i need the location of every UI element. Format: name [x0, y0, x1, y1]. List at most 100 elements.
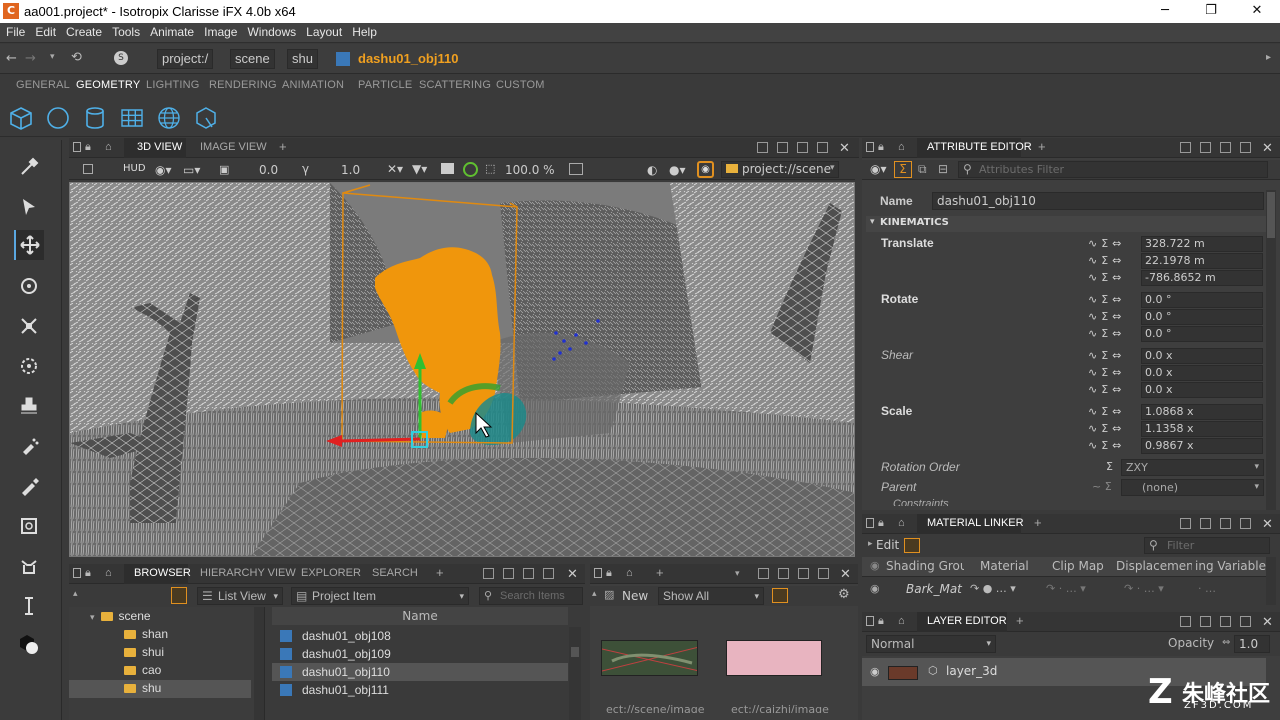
exposure-value[interactable]: 0.0 [259, 163, 278, 177]
layout-max-icon[interactable] [818, 568, 829, 579]
anim-icons[interactable]: ∿Σ⇔ [1088, 421, 1140, 437]
layout-max-icon[interactable] [817, 142, 828, 153]
exposure-icon[interactable]: ▣ [219, 163, 229, 176]
lock-icon[interactable]: 🔒︎ [878, 517, 884, 530]
translate-y[interactable]: 22.1978 m [1141, 253, 1263, 269]
layout-split-h-icon[interactable] [777, 142, 788, 153]
layout-grid-icon[interactable] [758, 568, 769, 579]
path-current[interactable]: dashu01_obj110 [358, 51, 458, 66]
layout-split-v-icon[interactable] [1220, 142, 1231, 153]
eyedropper-icon[interactable] [14, 152, 44, 182]
shear-x[interactable]: 0.0 x [1141, 348, 1263, 364]
zoom-value[interactable]: 100.0 % [505, 163, 555, 177]
sigma-filter-icon[interactable]: Σ [894, 161, 912, 178]
anim-icons[interactable]: ∿Σ⇔ [1088, 270, 1140, 286]
tree-item-shan[interactable]: shan [124, 627, 168, 641]
paste-icon[interactable]: ⊟ [938, 162, 948, 176]
anim-icons[interactable]: ∿Σ⇔ [1088, 438, 1140, 454]
list-item[interactable]: dashu01_obj109 [272, 645, 568, 663]
col-displacement[interactable]: Displacement [1116, 559, 1192, 573]
anim-icons[interactable]: ∿Σ⇔ [1088, 253, 1140, 269]
panel-menu-icon[interactable] [594, 568, 602, 578]
rotate-tool-icon[interactable] [14, 271, 44, 301]
layout-split-v-icon[interactable] [797, 142, 808, 153]
displacement-link-icons[interactable]: ↷ · … ▾ [1124, 582, 1164, 595]
sigma-icon[interactable]: Σ [1106, 460, 1113, 473]
tab-search[interactable]: SEARCH [372, 567, 418, 579]
layout-grid-icon[interactable] [1180, 142, 1191, 153]
maximize-button[interactable]: ❐ [1188, 0, 1234, 23]
layout-split-v-icon[interactable] [798, 568, 809, 579]
lock-icon[interactable]: 🔒︎ [878, 615, 884, 628]
panel-menu-icon[interactable] [866, 518, 874, 528]
add-tab-button[interactable]: + [1038, 139, 1046, 154]
add-tab-button[interactable]: + [279, 139, 287, 154]
back-arrow-icon[interactable]: ← [6, 51, 17, 66]
list-item[interactable]: dashu01_obj108 [272, 627, 568, 645]
layout-split-v-icon[interactable] [1220, 518, 1231, 529]
variable-link-icons[interactable]: · … [1198, 582, 1216, 595]
gamma-icon[interactable]: γ [302, 162, 309, 176]
tab-explorer[interactable]: EXPLORER [301, 567, 361, 579]
add-tab-button[interactable]: + [656, 565, 664, 580]
menu-animate[interactable]: Animate [144, 23, 198, 39]
panel-menu-icon[interactable] [73, 142, 81, 152]
panel-close-icon[interactable]: ✕ [839, 140, 850, 156]
layout-grid-icon[interactable] [1180, 616, 1191, 627]
tab-layer-editor[interactable]: LAYER EDITOR [927, 615, 1007, 627]
image-view-icon[interactable] [772, 588, 788, 603]
name-column-header[interactable]: Name [272, 607, 568, 625]
translate-x[interactable]: 328.722 m [1141, 236, 1263, 252]
folder-view-icon[interactable] [171, 587, 187, 604]
panel-close-icon[interactable]: ✕ [1262, 614, 1273, 630]
tab-browser[interactable]: BROWSER [134, 567, 191, 579]
link-icon[interactable] [904, 538, 920, 553]
move-tool-icon[interactable] [14, 230, 44, 260]
panel-menu-icon[interactable] [73, 568, 81, 578]
visibility-eye-icon[interactable]: ◉ [697, 161, 714, 178]
copy-icon[interactable]: ⧉ [918, 162, 927, 177]
path-segment-shu[interactable]: shu [287, 49, 318, 69]
layout-grid-icon[interactable] [1180, 518, 1191, 529]
sphere-icon[interactable] [45, 105, 71, 131]
tools-icon[interactable]: ✕▾ [387, 162, 403, 176]
up-arrow-icon[interactable]: ▴ [73, 589, 78, 599]
material-link-icons[interactable]: ↷ ● … ▾ [970, 582, 1016, 595]
new-button[interactable]: New [622, 589, 648, 603]
layout-max-icon[interactable] [543, 568, 554, 579]
select-arrow-icon[interactable] [14, 192, 44, 222]
rotate-z[interactable]: 0.0 ° [1141, 326, 1263, 342]
lightbulb-icon[interactable]: ◐ [647, 163, 657, 177]
filter-icon[interactable]: ▼▾ [412, 162, 427, 176]
rotate-y[interactable]: 0.0 ° [1141, 309, 1263, 325]
save-view-icon[interactable] [83, 164, 93, 174]
eye-icon[interactable]: ◉▾ [870, 162, 887, 176]
forward-arrow-icon[interactable]: → [25, 51, 36, 66]
paint-scatter-icon[interactable] [14, 431, 44, 461]
tree-scrollbar[interactable] [254, 607, 264, 720]
anim-icons[interactable]: ∿Σ⇔ [1088, 348, 1140, 364]
tab-material-linker[interactable]: MATERIAL LINKER [927, 517, 1024, 529]
material-row[interactable]: ◉ Bark_Mat ↷ ● … ▾ ↷ · … ▾ ↷ · … ▾ · … [862, 578, 1266, 602]
scale-y[interactable]: 1.1358 x [1141, 421, 1263, 437]
pin-icon[interactable]: ⌂ [626, 567, 633, 579]
panel-close-icon[interactable]: ✕ [567, 566, 578, 582]
lock-icon[interactable]: 🔒︎ [606, 567, 612, 580]
panel-menu-icon[interactable] [866, 142, 874, 152]
layout-split-v-icon[interactable] [1220, 616, 1231, 627]
rotate-x[interactable]: 0.0 ° [1141, 292, 1263, 308]
edit-button[interactable]: Edit [876, 538, 899, 552]
menu-create[interactable]: Create [60, 23, 106, 39]
tab-scattering[interactable]: SCATTERING [419, 79, 491, 91]
layout-split-h-icon[interactable] [778, 568, 789, 579]
anim-icons[interactable]: ∿Σ⇔ [1088, 404, 1140, 420]
attribute-scrollbar[interactable] [1266, 190, 1276, 510]
layout-max-icon[interactable] [1240, 616, 1251, 627]
path-segment-project[interactable]: project:/ [157, 49, 214, 69]
crop-region-icon[interactable] [14, 511, 44, 541]
image-thumbnail-caizhi[interactable] [726, 640, 822, 676]
list-item[interactable]: dashu01_obj111 [272, 681, 568, 699]
shading-mode-icon[interactable]: ◉▾ [155, 163, 172, 177]
tab-hierarchy-view[interactable]: HIERARCHY VIEW [200, 567, 296, 579]
layout-split-h-icon[interactable] [1200, 518, 1211, 529]
